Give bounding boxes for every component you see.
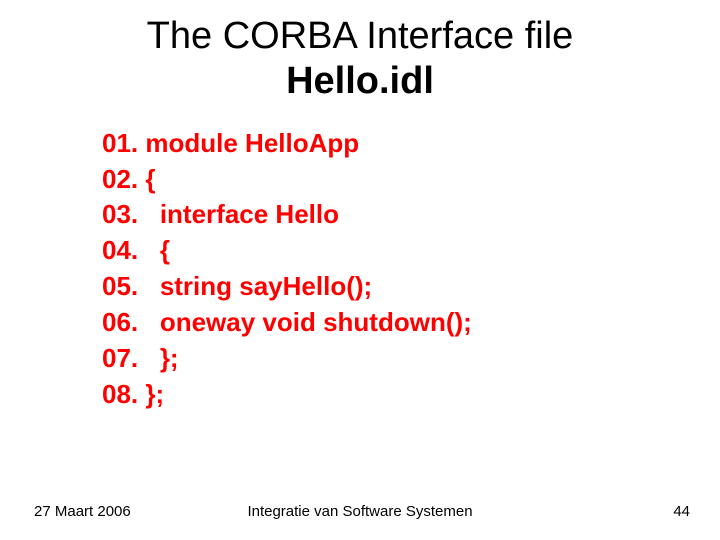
footer-page-number: 44 (673, 503, 690, 520)
code-line: 07. }; (102, 341, 720, 377)
slide: The CORBA Interface file Hello.idl 01. m… (0, 0, 720, 540)
code-line: 06. oneway void shutdown(); (102, 305, 720, 341)
title-line-2: Hello.idl (0, 59, 720, 104)
footer-center: Integratie van Software Systemen (0, 503, 720, 520)
title-line-1: The CORBA Interface file (0, 14, 720, 59)
code-line: 04. { (102, 233, 720, 269)
code-line: 02. { (102, 162, 720, 198)
code-block: 01. module HelloApp 02. { 03. interface … (102, 126, 720, 413)
slide-title: The CORBA Interface file Hello.idl (0, 0, 720, 104)
code-line: 01. module HelloApp (102, 126, 720, 162)
code-line: 08. }; (102, 377, 720, 413)
code-line: 05. string sayHello(); (102, 269, 720, 305)
code-line: 03. interface Hello (102, 197, 720, 233)
